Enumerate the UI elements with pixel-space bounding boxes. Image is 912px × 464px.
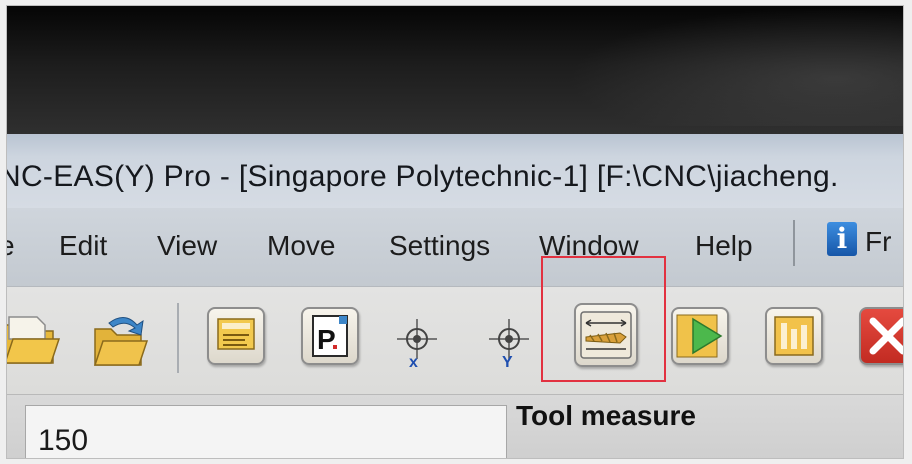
title-bar: NC-EAS(Y) Pro - [Singapore Polytechnic-1… bbox=[7, 134, 903, 210]
tool-measure-caption: Tool measure bbox=[516, 400, 696, 431]
stop-button[interactable] bbox=[859, 307, 903, 365]
folder-open-icon bbox=[7, 316, 61, 364]
bezel-glare bbox=[567, 6, 903, 126]
menu-help[interactable]: Help bbox=[695, 230, 753, 262]
run-button[interactable] bbox=[671, 307, 729, 365]
menu-move[interactable]: Move bbox=[267, 230, 335, 262]
p-glyph: P bbox=[317, 324, 336, 355]
menu-bar: e Edit View Move Settings Window Help i … bbox=[7, 208, 903, 288]
stop-icon bbox=[869, 317, 903, 355]
toolbar-separator bbox=[177, 303, 179, 373]
move-y-button[interactable]: Y bbox=[479, 309, 539, 369]
y-glyph: Y bbox=[502, 354, 513, 369]
open-folder-button[interactable] bbox=[7, 309, 61, 369]
value-readout: 150 bbox=[38, 424, 89, 457]
import-button[interactable] bbox=[91, 309, 151, 369]
crosshair-y-icon: Y bbox=[489, 319, 529, 369]
info-icon[interactable]: i bbox=[827, 222, 857, 256]
info-label[interactable]: Fr bbox=[865, 226, 891, 258]
menu-separator bbox=[793, 220, 795, 266]
x-glyph: x bbox=[409, 354, 418, 369]
parameters-button[interactable]: P bbox=[301, 307, 359, 365]
folder-import-icon bbox=[93, 317, 149, 366]
value-field[interactable]: 150 bbox=[25, 405, 507, 458]
p-parameter-icon: P bbox=[312, 315, 348, 357]
tool-library-button[interactable] bbox=[765, 307, 823, 365]
status-bar: 150 bbox=[7, 394, 903, 458]
menu-view[interactable]: View bbox=[157, 230, 217, 262]
menu-edit[interactable]: Edit bbox=[59, 230, 107, 262]
menu-settings[interactable]: Settings bbox=[389, 230, 490, 262]
play-icon bbox=[676, 314, 723, 358]
crosshair-x-icon: x bbox=[397, 319, 437, 369]
program-button[interactable] bbox=[207, 307, 265, 365]
menu-file[interactable]: e bbox=[7, 230, 15, 262]
move-x-button[interactable]: x bbox=[387, 309, 447, 369]
tool-measure-highlight bbox=[541, 256, 666, 382]
tool-library-icon bbox=[774, 316, 814, 356]
toolbar: P x Y bbox=[7, 286, 903, 395]
screen-photo: NC-EAS(Y) Pro - [Singapore Polytechnic-1… bbox=[6, 5, 904, 459]
window-title: NC-EAS(Y) Pro - [Singapore Polytechnic-1… bbox=[6, 160, 839, 193]
program-icon bbox=[217, 318, 255, 350]
